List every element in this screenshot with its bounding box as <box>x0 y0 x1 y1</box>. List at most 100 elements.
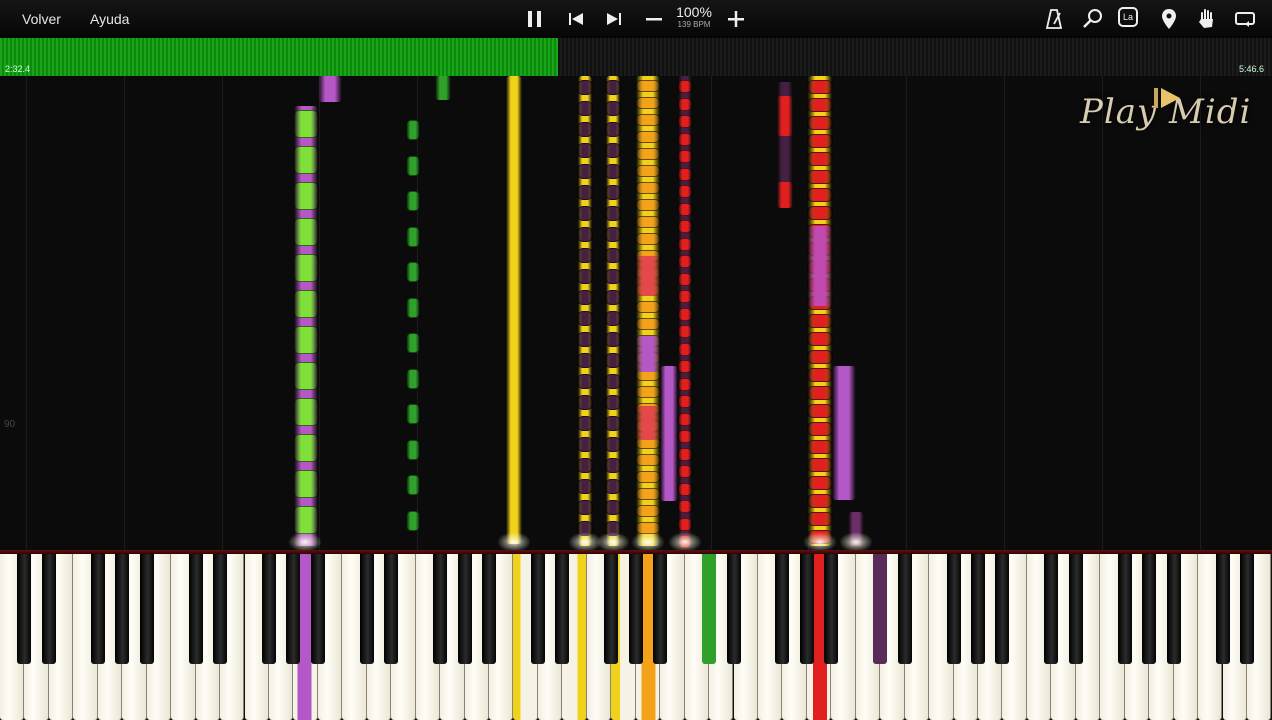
black-key[interactable] <box>115 554 130 664</box>
note-bead <box>677 430 693 443</box>
note-bead <box>605 395 621 410</box>
octave-gridline <box>26 76 27 550</box>
note-bead <box>807 440 833 454</box>
note-bead <box>293 506 319 534</box>
note-bead <box>635 131 661 143</box>
note-bead <box>577 185 593 200</box>
black-key[interactable] <box>971 554 985 664</box>
black-key[interactable] <box>261 554 276 664</box>
black-key[interactable] <box>775 554 790 664</box>
note-bead <box>677 290 693 303</box>
black-key[interactable] <box>824 554 839 664</box>
metronome-icon[interactable] <box>1042 7 1066 31</box>
note-bead <box>677 185 693 198</box>
black-key[interactable] <box>1166 554 1181 664</box>
black-key[interactable] <box>213 554 228 664</box>
note-bead <box>677 447 693 461</box>
loop-icon[interactable] <box>1233 7 1257 31</box>
note-bead <box>677 500 693 513</box>
octave-gridline <box>906 76 907 550</box>
black-key[interactable] <box>604 554 619 664</box>
black-key[interactable] <box>555 554 570 664</box>
black-key[interactable] <box>359 554 374 664</box>
next-icon[interactable] <box>602 7 626 31</box>
note-bead <box>293 470 319 498</box>
label-la-icon[interactable]: La <box>1118 7 1138 27</box>
black-key[interactable] <box>1215 554 1230 664</box>
note-bead <box>577 479 593 494</box>
note-bead <box>677 150 693 163</box>
black-key[interactable] <box>1239 554 1254 664</box>
note-hit-glow <box>803 532 837 550</box>
note-bead <box>293 398 319 426</box>
note-bead <box>807 386 833 400</box>
plus-icon[interactable] <box>724 7 748 31</box>
black-key[interactable] <box>1068 554 1083 664</box>
note-bead <box>577 143 593 158</box>
note-bead <box>677 482 693 496</box>
location-pin-icon[interactable] <box>1157 7 1181 31</box>
note-bead <box>677 167 693 181</box>
pause-icon[interactable] <box>523 7 547 31</box>
black-key[interactable] <box>995 554 1010 664</box>
note-bead <box>577 122 593 137</box>
black-key[interactable] <box>384 554 399 664</box>
black-key[interactable] <box>530 554 545 664</box>
note-bead <box>605 416 621 431</box>
note-bead <box>807 98 833 112</box>
black-key[interactable] <box>873 554 888 664</box>
black-key[interactable] <box>310 554 325 664</box>
black-key[interactable] <box>897 554 912 664</box>
search-icon[interactable] <box>1081 7 1105 31</box>
note-bead <box>635 182 661 194</box>
note-bead <box>577 80 593 95</box>
note-bead <box>405 226 421 247</box>
note-bead <box>635 301 661 313</box>
black-key[interactable] <box>41 554 56 664</box>
black-key[interactable] <box>628 554 643 664</box>
note-bead <box>677 255 693 268</box>
black-key[interactable] <box>433 554 448 664</box>
note-bead <box>677 97 693 111</box>
note-bead <box>807 332 833 346</box>
black-key[interactable] <box>457 554 472 664</box>
note-bead <box>807 404 833 418</box>
note-bead <box>807 422 833 436</box>
black-key[interactable] <box>653 554 668 664</box>
hand-icon[interactable] <box>1195 7 1219 31</box>
timeline-progress-bar[interactable]: 2:32.4 5:46.6 <box>0 38 1272 76</box>
note-bead <box>677 377 693 391</box>
note-bead <box>577 290 593 305</box>
black-key[interactable] <box>1142 554 1157 664</box>
black-key[interactable] <box>286 554 301 664</box>
note-bead <box>677 342 693 356</box>
minus-icon[interactable] <box>642 7 666 31</box>
zoom-display: 100% 139 BPM <box>670 5 718 30</box>
octave-gridline <box>319 76 320 550</box>
black-key[interactable] <box>946 554 961 664</box>
black-key[interactable] <box>726 554 741 664</box>
note-bead <box>807 368 833 382</box>
note-bead <box>807 170 833 184</box>
black-key[interactable] <box>17 554 32 664</box>
note-bead <box>405 297 421 318</box>
back-button[interactable]: Volver <box>22 6 61 32</box>
black-key[interactable] <box>1117 554 1132 664</box>
black-key[interactable] <box>702 554 717 664</box>
note-bar <box>636 336 660 372</box>
black-key[interactable] <box>90 554 105 664</box>
black-key[interactable] <box>139 554 154 664</box>
piano-keyboard[interactable] <box>0 554 1272 720</box>
toolbar: Volver Ayuda 100% 139 BPM La <box>0 0 1272 38</box>
black-key[interactable] <box>1044 554 1059 664</box>
black-key[interactable] <box>188 554 203 664</box>
note-bead <box>577 227 593 242</box>
black-key[interactable] <box>799 554 814 664</box>
note-hit-glow <box>596 532 630 550</box>
note-bead <box>605 206 621 221</box>
note-bead <box>293 218 319 246</box>
previous-icon[interactable] <box>564 7 588 31</box>
help-button[interactable]: Ayuda <box>90 6 129 32</box>
note-bead <box>807 206 833 220</box>
black-key[interactable] <box>482 554 496 664</box>
